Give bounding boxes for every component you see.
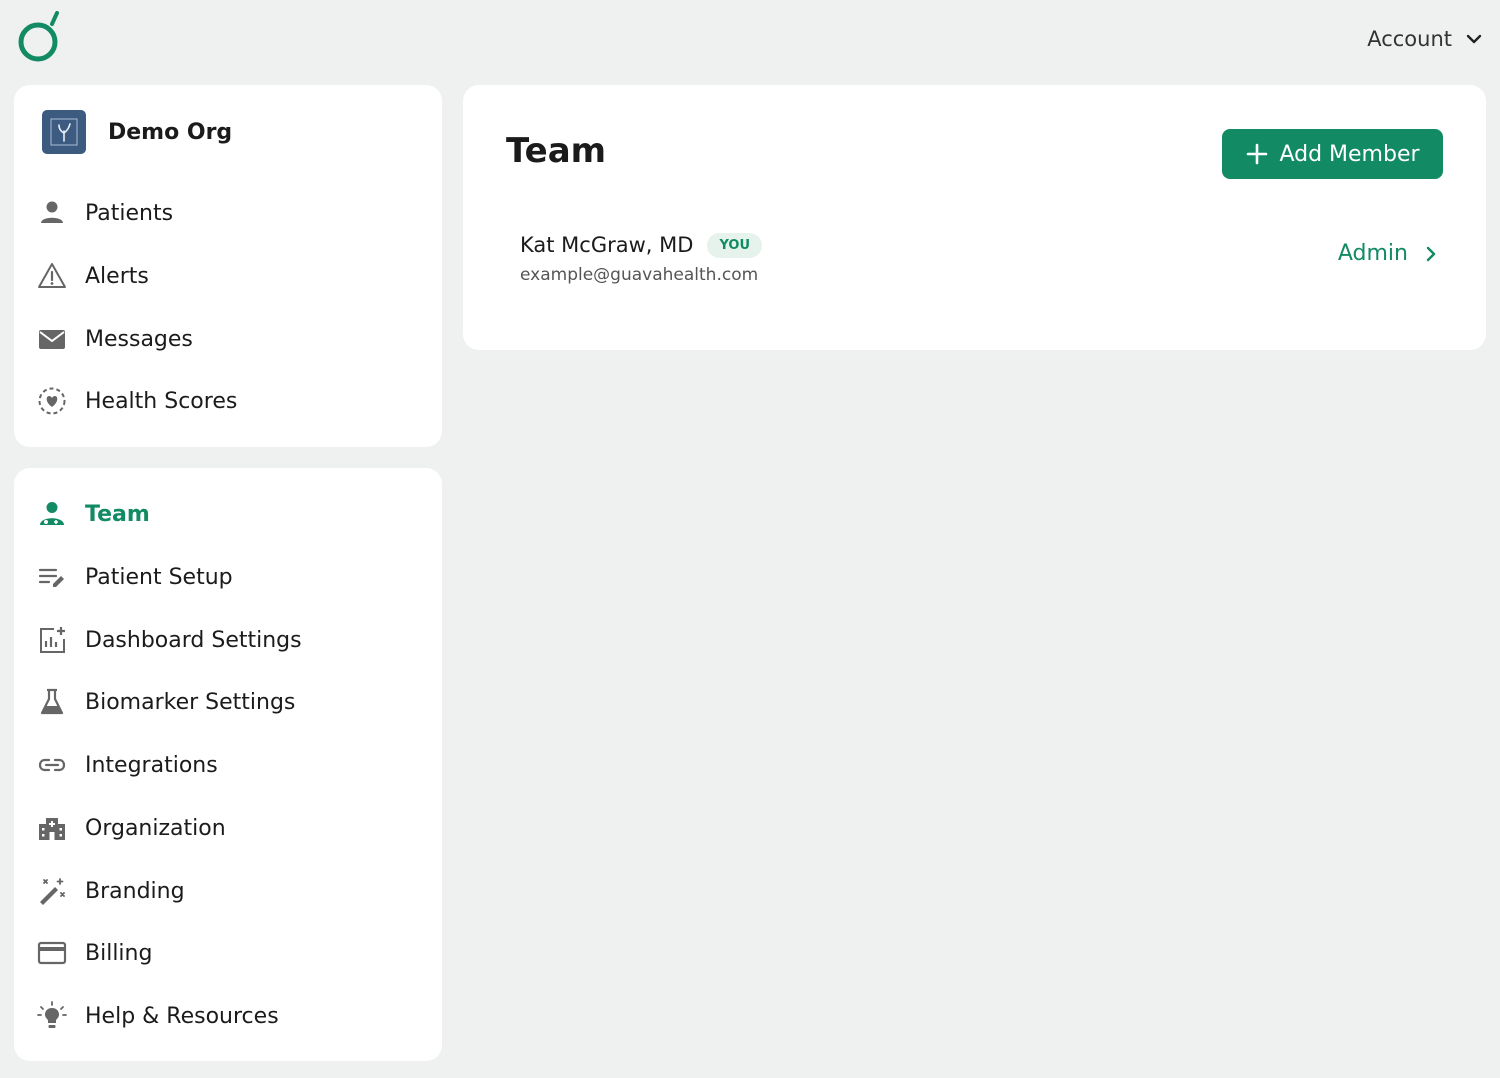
sidebar-item-label: Organization xyxy=(85,815,226,841)
account-menu[interactable]: Account xyxy=(1367,24,1484,54)
sidebar-item-team[interactable]: Team xyxy=(36,494,426,534)
sidebar-item-integrations[interactable]: Integrations xyxy=(36,745,426,785)
building-icon xyxy=(39,818,65,840)
sidebar-item-health-scores[interactable]: Health Scores xyxy=(36,381,426,421)
sidebar-item-label: Patient Setup xyxy=(85,564,233,590)
leaf-icon xyxy=(50,118,78,146)
mail-icon xyxy=(39,330,65,349)
sidebar-item-label: Messages xyxy=(85,326,193,352)
org-name: Demo Org xyxy=(108,119,233,145)
sidebar-item-billing[interactable]: Billing xyxy=(36,933,426,973)
you-badge: YOU xyxy=(707,232,762,258)
sidebar-primary-nav: Demo Org Patients Alerts Messages Health… xyxy=(14,85,442,447)
member-email: example@guavahealth.com xyxy=(520,265,759,285)
credit-card-icon xyxy=(37,941,67,965)
sidebar-item-label: Integrations xyxy=(85,752,218,778)
chevron-down-icon xyxy=(1466,34,1482,44)
warning-icon xyxy=(38,263,66,288)
sidebar-item-label: Alerts xyxy=(85,263,149,289)
add-member-label: Add Member xyxy=(1279,141,1420,167)
sidebar-item-help-resources[interactable]: Help & Resources xyxy=(36,996,426,1036)
person-icon xyxy=(41,201,63,223)
sidebar-settings-nav: Team Patient Setup Dashboard Settings Bi… xyxy=(14,468,442,1061)
heart-circle-icon xyxy=(38,387,66,415)
chart-add-icon xyxy=(40,627,65,653)
chevron-right-icon xyxy=(1426,246,1436,261)
member-role: Admin xyxy=(1337,241,1408,266)
plus-icon xyxy=(1247,143,1268,165)
account-label: Account xyxy=(1367,27,1452,51)
sidebar-item-label: Dashboard Settings xyxy=(85,627,302,653)
page-title: Team xyxy=(506,131,607,171)
sidebar-item-organization[interactable]: Organization xyxy=(36,808,426,848)
sidebar-item-label: Patients xyxy=(85,200,174,226)
list-edit-icon xyxy=(38,568,64,587)
org-switcher[interactable]: Demo Org xyxy=(42,110,232,154)
link-icon xyxy=(38,758,66,772)
member-name: Kat McGraw, MD xyxy=(520,233,694,257)
sidebar-item-label: Help & Resources xyxy=(85,1003,279,1029)
team-icon xyxy=(40,502,64,525)
sidebar-item-messages[interactable]: Messages xyxy=(36,319,426,359)
sidebar-item-biomarker-settings[interactable]: Biomarker Settings xyxy=(36,682,426,722)
app-logo-icon[interactable] xyxy=(16,10,64,66)
flask-icon xyxy=(40,688,64,715)
sidebar-item-alerts[interactable]: Alerts xyxy=(36,256,426,296)
lightbulb-icon xyxy=(37,1001,67,1028)
sidebar-item-label: Biomarker Settings xyxy=(85,689,296,715)
sidebar-item-label: Team xyxy=(85,501,150,527)
team-panel: Team Add Member Kat McGraw, MD YOU examp… xyxy=(463,85,1486,350)
magic-wand-icon xyxy=(40,878,65,905)
member-row[interactable]: Kat McGraw, MD YOU example@guavahealth.c… xyxy=(520,227,1440,297)
sidebar-item-branding[interactable]: Branding xyxy=(36,871,426,911)
sidebar-item-label: Branding xyxy=(85,878,185,904)
member-role-link[interactable]: Admin xyxy=(1338,241,1440,266)
org-logo xyxy=(42,110,86,154)
sidebar-item-dashboard-settings[interactable]: Dashboard Settings xyxy=(36,620,426,660)
top-bar: Account xyxy=(0,0,1500,80)
add-member-button[interactable]: Add Member xyxy=(1222,129,1443,179)
sidebar-item-patients[interactable]: Patients xyxy=(36,193,426,233)
sidebar-item-patient-setup[interactable]: Patient Setup xyxy=(36,557,426,597)
sidebar-item-label: Billing xyxy=(85,940,153,966)
sidebar-item-label: Health Scores xyxy=(85,388,238,414)
